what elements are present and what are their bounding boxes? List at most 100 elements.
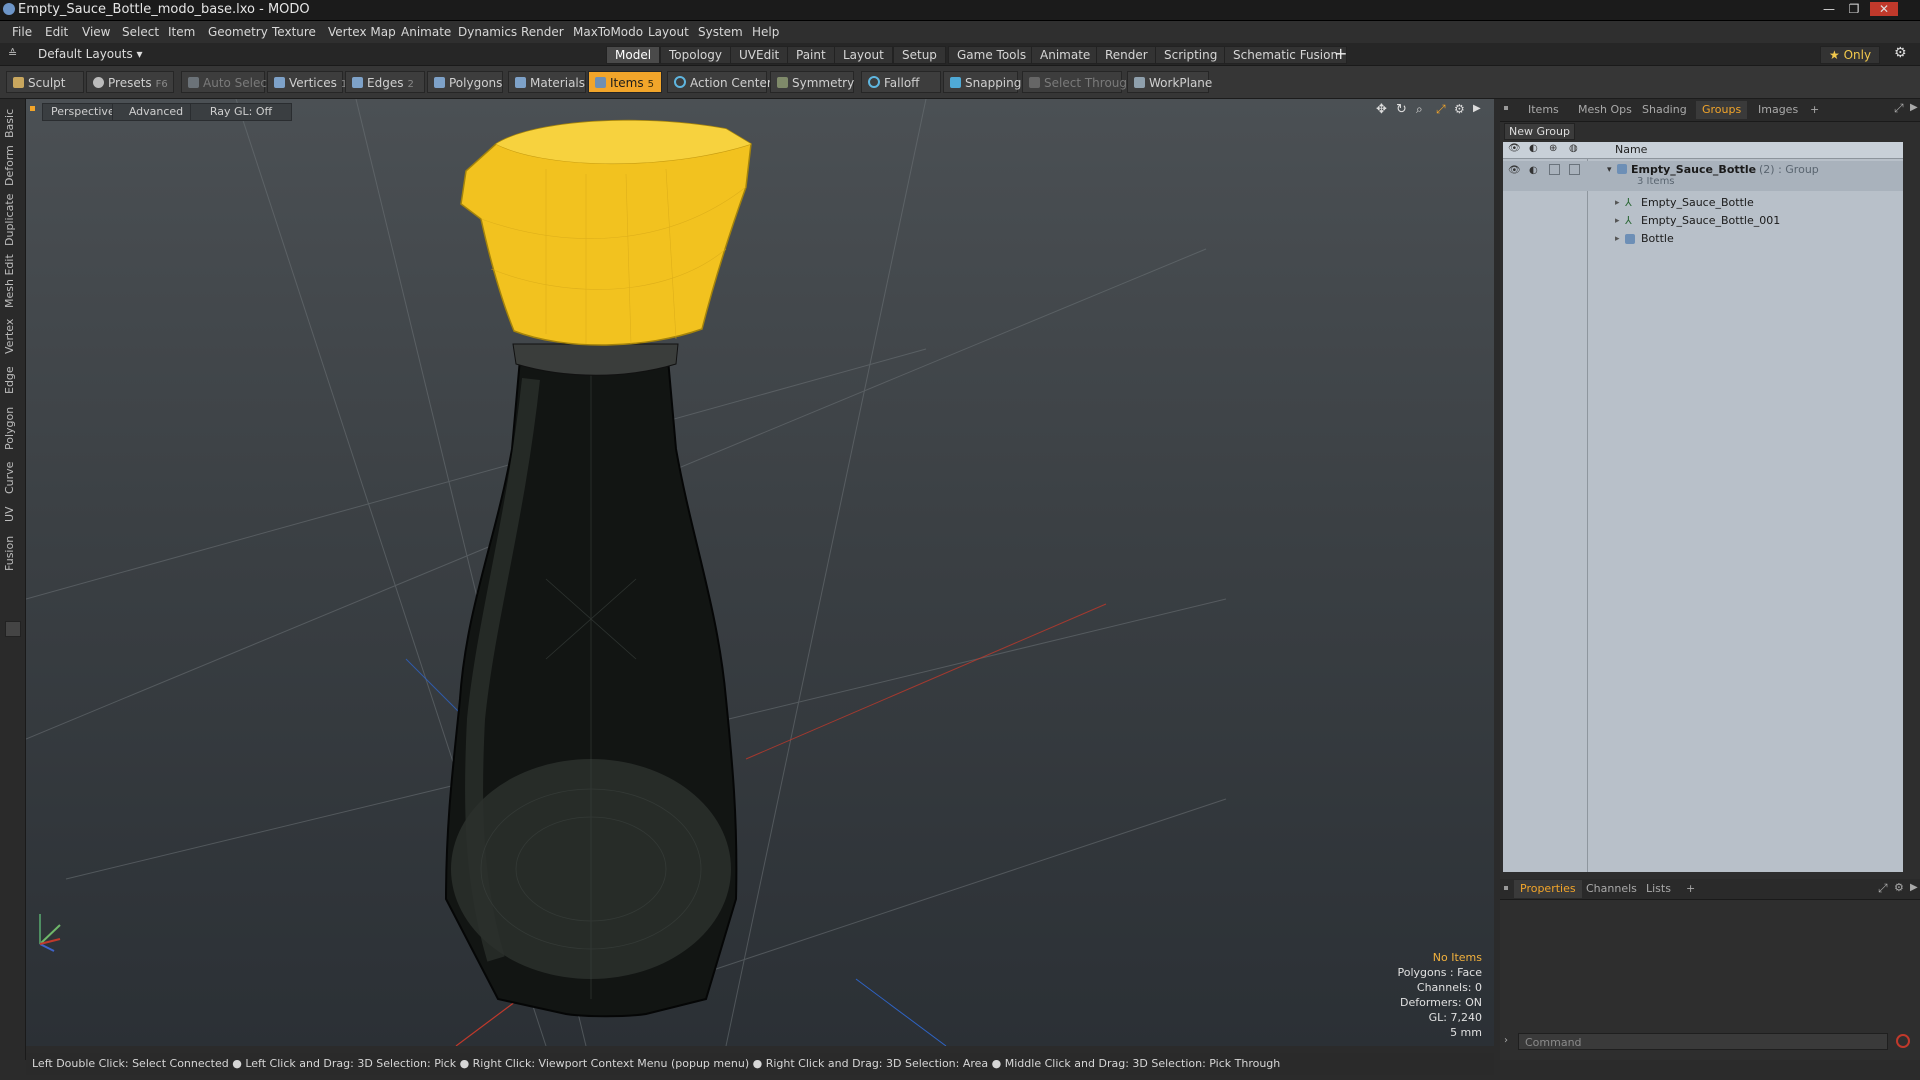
menu-system[interactable]: System [698, 25, 743, 39]
vtab-vertex[interactable]: Vertex [3, 315, 21, 357]
vtab-deform[interactable]: Deform [3, 145, 21, 187]
tab-setup[interactable]: Setup [893, 46, 946, 64]
select-through-button[interactable]: Select Through [1022, 71, 1135, 93]
panel-menu-dot[interactable] [1504, 106, 1508, 110]
new-group-button[interactable]: New Group [1504, 123, 1575, 140]
vtab-basic[interactable]: Basic [3, 105, 21, 141]
lock-checkbox[interactable] [1549, 164, 1560, 175]
menu-geometry[interactable]: Geometry [208, 25, 268, 39]
tab-layout[interactable]: Layout [834, 46, 893, 64]
tab-render[interactable]: Render [1096, 46, 1157, 64]
menu-vertex-map[interactable]: Vertex Map [328, 25, 396, 39]
auto-select-button[interactable]: Auto Select [181, 71, 272, 93]
menu-dynamics[interactable]: Dynamics [458, 25, 517, 39]
group-row[interactable]: 👁 ◐ ▾ Empty_Sauce_Bottle (2) : Group 3 I… [1503, 161, 1903, 191]
viewport-settings-icon[interactable]: ⚙ [1454, 102, 1465, 116]
vtab-duplicate[interactable]: Duplicate [3, 193, 21, 247]
vtab-uv[interactable]: UV [3, 503, 21, 525]
chevron-right-icon[interactable]: ▶ [1910, 882, 1918, 893]
tab-shading[interactable]: Shading [1636, 101, 1693, 119]
menu-help[interactable]: Help [752, 25, 779, 39]
only-toggle[interactable]: ★ Only [1820, 46, 1881, 64]
tree-item-label[interactable]: Bottle [1641, 230, 1674, 248]
render-toggle-icon[interactable]: ◐ [1529, 162, 1538, 180]
falloff-button[interactable]: Falloff [861, 71, 941, 93]
tab-paint[interactable]: Paint [787, 46, 835, 64]
lock-icon[interactable]: ⊕ [1549, 143, 1557, 154]
gear-icon[interactable]: ⚙ [1894, 45, 1907, 61]
groups-tree[interactable]: 👁 ◐ ⊕ ◍ Name 👁 ◐ ▾ Empty_Sauce_Bottle (2… [1503, 142, 1903, 872]
tree-item[interactable]: ▸ ⅄ Empty_Sauce_Bottle [1503, 194, 1903, 212]
menu-edit[interactable]: Edit [45, 25, 68, 39]
vtab-curve[interactable]: Curve [3, 459, 21, 497]
polygons-button[interactable]: Polygons [427, 71, 503, 93]
collapse-icon[interactable]: ▾ [1607, 161, 1612, 179]
chevron-right-icon[interactable]: › [1504, 1035, 1508, 1046]
restore-button[interactable]: ❐ [1843, 2, 1865, 16]
vtab-polygon[interactable]: Polygon [3, 403, 21, 453]
select-checkbox[interactable] [1569, 164, 1580, 175]
tree-item[interactable]: ▸ Bottle [1503, 230, 1903, 248]
close-button[interactable]: ✕ [1870, 2, 1898, 16]
viewport-menu-dot[interactable] [30, 106, 35, 111]
vtab-edge[interactable]: Edge [3, 363, 21, 397]
menu-layout[interactable]: Layout [648, 25, 689, 39]
tab-uvedit[interactable]: UVEdit [730, 46, 789, 64]
command-input[interactable]: Command [1518, 1033, 1888, 1050]
expand-icon[interactable]: ⤢ [1894, 101, 1904, 116]
menu-select[interactable]: Select [122, 25, 159, 39]
add-panel-tab-button[interactable]: + [1804, 101, 1825, 119]
tab-mesh-ops[interactable]: Mesh Ops [1572, 101, 1638, 119]
presets-button[interactable]: Presets F6 [86, 71, 174, 93]
sculpt-button[interactable]: Sculpt [6, 71, 84, 93]
tab-properties[interactable]: Properties [1514, 880, 1582, 898]
vertices-button[interactable]: Vertices1 [267, 71, 347, 93]
tab-animate[interactable]: Animate [1031, 46, 1100, 64]
expand-icon[interactable]: ▸ [1615, 212, 1620, 230]
pan-icon[interactable]: ✥ [1376, 102, 1387, 117]
edges-button[interactable]: Edges 2 [345, 71, 425, 93]
tab-schematic-fusion[interactable]: Schematic Fusion [1224, 46, 1348, 64]
menu-maxtomodo[interactable]: MaxToModo [573, 25, 643, 39]
tab-images[interactable]: Images [1752, 101, 1804, 119]
expand-icon[interactable]: ▸ [1615, 230, 1620, 248]
tree-item[interactable]: ▸ ⅄ Empty_Sauce_Bottle_001 [1503, 212, 1903, 230]
tab-game-tools[interactable]: Game Tools [948, 46, 1036, 64]
zoom-icon[interactable]: ⌕ [1416, 102, 1423, 117]
view-type-button[interactable]: Perspective [42, 103, 122, 121]
workplane-button[interactable]: WorkPlane [1127, 71, 1212, 93]
tab-lists[interactable]: Lists [1640, 880, 1677, 898]
viewport-scene[interactable] [26, 99, 1494, 1046]
chevron-right-icon[interactable]: ▶ [1473, 103, 1481, 114]
strip-toggle-button[interactable] [5, 621, 21, 637]
action-center-button[interactable]: Action Center [667, 71, 772, 93]
3d-viewport[interactable]: Perspective Advanced Ray GL: Off ✥ ↻ ⌕ ⤢… [26, 99, 1494, 1046]
menu-render[interactable]: Render [521, 25, 564, 39]
expand-icon[interactable]: ▸ [1615, 194, 1620, 212]
rotate-icon[interactable]: ↻ [1396, 102, 1407, 117]
command-history-icon[interactable] [1896, 1034, 1910, 1048]
maximize-viewport-icon[interactable]: ⤢ [1436, 102, 1446, 117]
tab-groups[interactable]: Groups [1696, 101, 1748, 119]
add-tab-button[interactable]: + [1334, 44, 1347, 63]
menu-item[interactable]: Item [168, 25, 195, 39]
eye-icon[interactable]: 👁 [1508, 143, 1521, 154]
menu-file[interactable]: File [12, 25, 32, 39]
tab-items[interactable]: Items [1522, 101, 1565, 119]
vtab-fusion[interactable]: Fusion [3, 531, 21, 575]
ray-gl-toggle[interactable]: Ray GL: Off [190, 103, 292, 121]
menu-animate[interactable]: Animate [401, 25, 451, 39]
layout-collapse-icon[interactable]: ≙ [8, 47, 17, 60]
tab-channels[interactable]: Channels [1580, 880, 1643, 898]
tree-item-label[interactable]: Empty_Sauce_Bottle_001 [1641, 212, 1780, 230]
menu-view[interactable]: View [82, 25, 110, 39]
panel-menu-dot[interactable] [1504, 886, 1508, 890]
vtab-mesh-edit[interactable]: Mesh Edit [3, 253, 21, 309]
add-properties-tab-button[interactable]: + [1680, 880, 1701, 898]
tab-scripting[interactable]: Scripting [1155, 46, 1227, 64]
materials-button[interactable]: Materials [508, 71, 586, 93]
expand-icon[interactable]: ⤢ [1878, 881, 1888, 896]
default-layouts-dropdown[interactable]: Default Layouts ▾ [38, 47, 143, 61]
minimize-button[interactable]: — [1818, 2, 1840, 16]
tab-topology[interactable]: Topology [660, 46, 731, 64]
